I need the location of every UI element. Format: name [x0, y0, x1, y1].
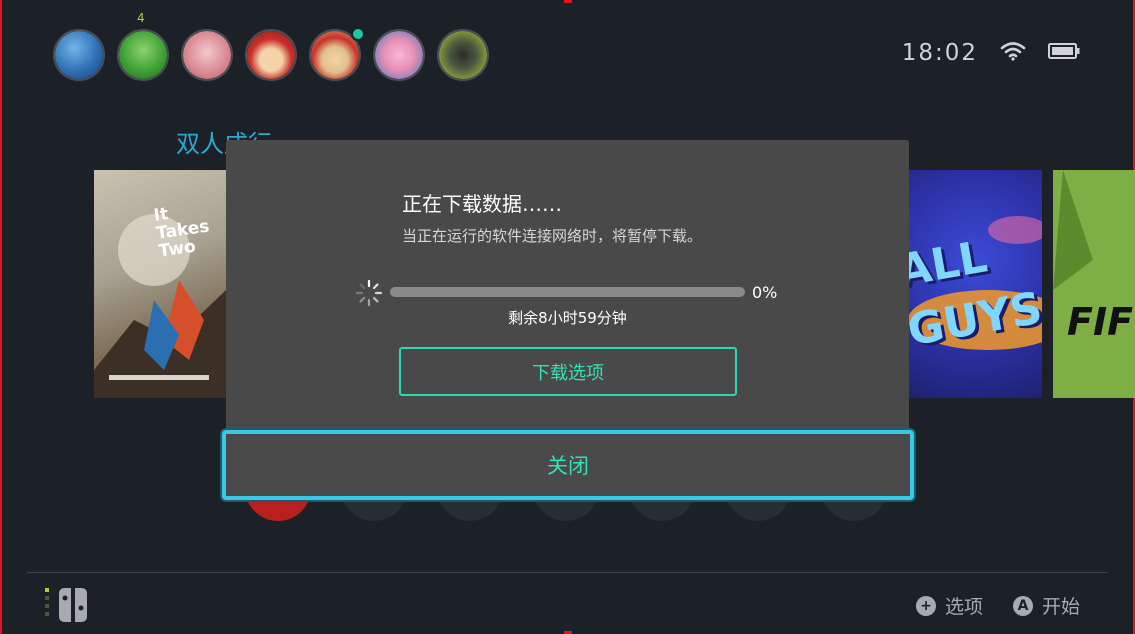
- dialog-title: 正在下载数据……: [402, 192, 562, 216]
- status-bar: 18:02: [902, 40, 1080, 66]
- game-art: [1053, 170, 1135, 398]
- start-hint[interactable]: A 开始: [1012, 592, 1080, 619]
- game-tile-fifa[interactable]: FIF: [1053, 170, 1135, 398]
- avatar[interactable]: [373, 29, 425, 81]
- avatar[interactable]: [53, 29, 105, 81]
- frame-left-edge: [0, 0, 2, 634]
- avatar[interactable]: [245, 29, 297, 81]
- wifi-icon: [1000, 41, 1026, 65]
- avatar[interactable]: [117, 29, 169, 81]
- options-hint-label: 选项: [944, 596, 983, 618]
- dialog-subtitle: 当正在运行的软件连接网络时，将暂停下载。: [402, 227, 703, 245]
- game-logo-text: ALL GUYS: [908, 231, 1042, 357]
- clock: 18:02: [901, 40, 978, 66]
- footer-hints: + 选项 A 开始: [915, 592, 1080, 619]
- start-hint-label: 开始: [1041, 596, 1080, 618]
- game-tile-fall-guys[interactable]: ALL GUYS: [908, 170, 1042, 398]
- online-status-icon: [351, 27, 365, 41]
- progress-percent: 0%: [752, 283, 778, 302]
- controller-status-icon: [45, 586, 101, 626]
- user-avatar-bar: 4: [53, 11, 489, 81]
- game-logo-text: It Takes Two: [152, 204, 211, 262]
- avatar[interactable]: [437, 29, 489, 81]
- battery-icon: [1048, 42, 1080, 64]
- close-button[interactable]: 关闭: [222, 430, 914, 500]
- footer-divider: [27, 572, 1108, 573]
- download-progress-bar: [390, 287, 745, 297]
- loading-spinner-icon: [355, 279, 383, 307]
- download-dialog: 正在下载数据…… 当正在运行的软件连接网络时，将暂停下载。 0% 剩余8小时59…: [226, 140, 909, 450]
- game-tile-it-takes-two[interactable]: It Takes Two: [94, 170, 226, 398]
- download-options-button[interactable]: 下载选项: [399, 347, 737, 396]
- avatar[interactable]: [181, 29, 233, 81]
- frame-top-tick: [564, 0, 572, 3]
- time-remaining: 剩余8小时59分钟: [508, 309, 627, 327]
- notification-count: 4: [137, 11, 145, 25]
- game-logo-text: FIF: [1067, 300, 1134, 344]
- a-button-icon: A: [1012, 595, 1033, 616]
- options-hint[interactable]: + 选项: [915, 592, 983, 619]
- plus-button-icon: +: [915, 595, 936, 616]
